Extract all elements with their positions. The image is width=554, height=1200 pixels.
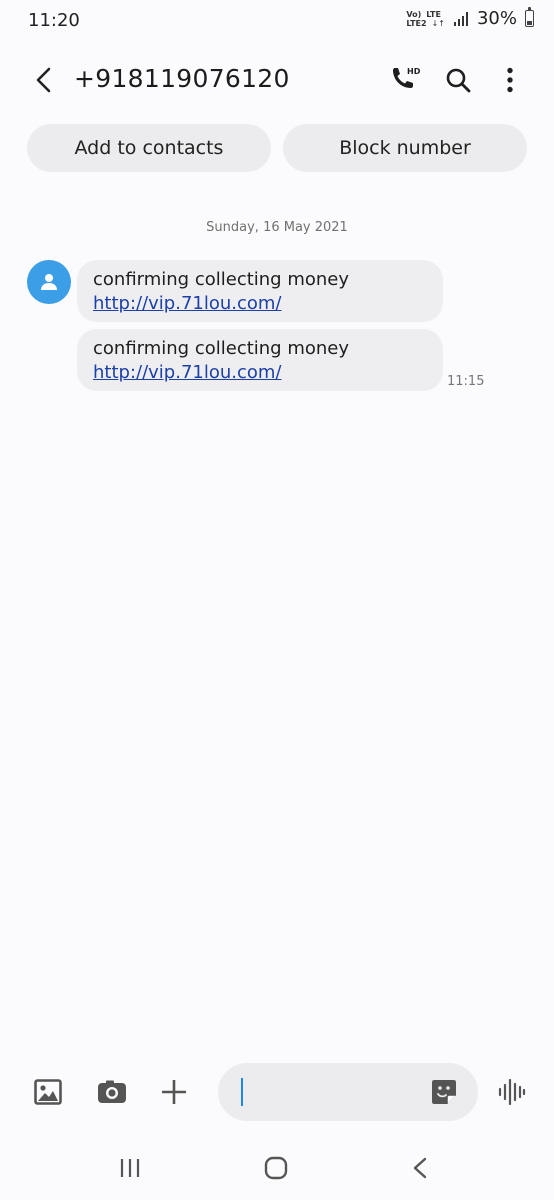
gallery-button[interactable] (28, 1072, 68, 1112)
voice-icon (498, 1079, 526, 1105)
battery-icon (525, 7, 534, 27)
voice-button[interactable] (492, 1072, 532, 1112)
hd-call-button[interactable]: HD (386, 60, 426, 100)
status-time: 11:20 (28, 10, 80, 31)
more-options-button[interactable] (490, 60, 530, 100)
battery-percent: 30% (476, 8, 517, 29)
data-arrows-icon: ↓↑ (431, 18, 445, 28)
add-attachment-button[interactable] (154, 1072, 194, 1112)
status-icons: Vo) LTE LTE2 ↓↑ 30% (406, 7, 534, 29)
home-icon (264, 1156, 288, 1180)
sticker-button[interactable] (424, 1072, 464, 1112)
person-icon (41, 274, 57, 290)
back-button[interactable] (24, 60, 64, 100)
date-separator: Sunday, 16 May 2021 (206, 220, 348, 235)
contact-avatar[interactable] (27, 260, 71, 304)
text-caret (241, 1078, 243, 1106)
add-icon (162, 1080, 186, 1104)
camera-button[interactable] (92, 1072, 132, 1112)
svg-text:HD: HD (407, 67, 421, 76)
contact-number-title: +918119076120 (74, 64, 290, 93)
lte-label: LTE (426, 9, 441, 19)
signal-icon (453, 11, 468, 26)
lte2-label: LTE2 (406, 18, 427, 28)
recent-apps-button[interactable] (108, 1148, 152, 1188)
back-nav-button[interactable] (398, 1148, 442, 1188)
gallery-icon (34, 1079, 62, 1105)
recent-apps-icon (120, 1159, 140, 1177)
search-button[interactable] (438, 60, 478, 100)
volte-label: Vo) (406, 9, 422, 19)
home-button[interactable] (254, 1148, 298, 1188)
message-link[interactable]: http://vip.71lou.com/ (93, 292, 427, 316)
block-number-button[interactable]: Block number (283, 124, 527, 172)
back-icon (36, 67, 51, 93)
more-options-icon (507, 67, 513, 93)
add-to-contacts-button[interactable]: Add to contacts (27, 124, 271, 172)
battery-fill (527, 20, 532, 25)
message-text: confirming collecting money (93, 269, 350, 290)
hd-call-icon: HD (393, 67, 421, 88)
back-nav-icon (413, 1157, 427, 1179)
message-link[interactable]: http://vip.71lou.com/ (93, 361, 427, 385)
message-bubble[interactable]: confirming collecting money http://vip.7… (77, 260, 443, 322)
camera-icon (98, 1080, 126, 1103)
message-bubble[interactable]: confirming collecting money http://vip.7… (77, 329, 443, 391)
network-labels: Vo) LTE LTE2 ↓↑ (406, 10, 445, 28)
message-time: 11:15 (447, 374, 485, 389)
sticker-icon (432, 1080, 456, 1104)
search-icon (446, 68, 471, 93)
message-text: confirming collecting money (93, 338, 350, 359)
